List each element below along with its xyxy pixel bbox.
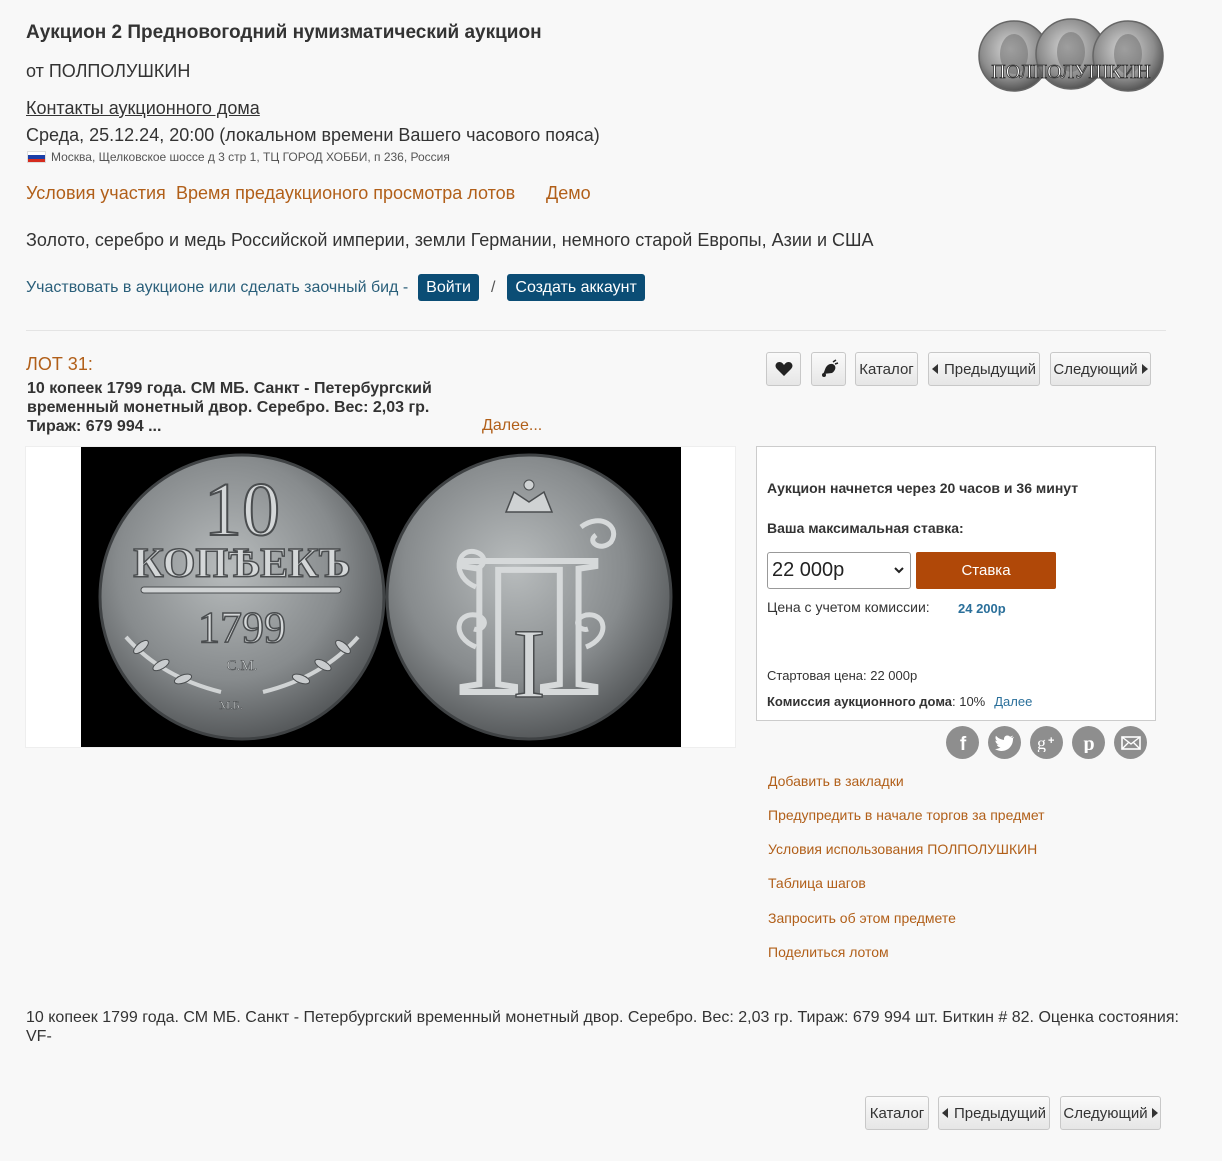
lot-full-description: 10 копеек 1799 года. СМ МБ. Санкт - Пете… (26, 1009, 1179, 1045)
separator: / (490, 278, 496, 296)
notify-start-link[interactable]: Предупредить в начале торгов за предмет (768, 807, 1045, 823)
svg-text:g: g (1037, 734, 1046, 752)
auction-date: Среда, 25.12.24, 20:00 (локальном времен… (26, 125, 600, 145)
facebook-icon[interactable]: f (946, 726, 979, 759)
auction-description: Золото, серебро и медь Российской импери… (26, 230, 874, 250)
heart-icon (775, 362, 792, 376)
participate-row: Участвовать в аукционе или сделать заочн… (26, 274, 645, 301)
house-commission: Комиссия аукционного дома: 10% Далее (767, 694, 1032, 709)
arrow-right-icon (1151, 1108, 1158, 1118)
lot-number: ЛОТ 31: (26, 354, 93, 374)
house-commission-more-link[interactable]: Далее (994, 694, 1032, 709)
logo-text: ПОЛПОЛУШКИН (991, 61, 1150, 83)
arrow-left-icon (931, 364, 938, 374)
create-account-button[interactable]: Создать аккаунт (507, 274, 645, 301)
favorite-button[interactable] (766, 352, 801, 386)
lot-photo[interactable]: 10 КОПѢЕКЪ 1799 С.М. М.Б. П I (81, 447, 681, 747)
share-lot-link[interactable]: Поделиться лотом (768, 944, 889, 960)
login-button[interactable]: Войти (418, 274, 479, 301)
pinterest-icon[interactable]: p (1072, 726, 1105, 759)
max-bid-label: Ваша максимальная ставка: (767, 520, 964, 536)
google-plus-icon[interactable]: g + (1030, 726, 1063, 759)
auction-title: Аукцион 2 Предновогодний нумизматический… (26, 22, 542, 43)
previous-lot-button-bottom[interactable]: Предыдущий (938, 1096, 1050, 1130)
next-lot-button-bottom[interactable]: Следующий (1060, 1096, 1161, 1130)
arrow-left-icon (941, 1108, 948, 1118)
add-bookmark-link[interactable]: Добавить в закладки (768, 773, 904, 789)
price-with-commission-label: Цена с учетом комиссии: (767, 599, 930, 615)
svg-text:+: + (1048, 735, 1054, 747)
svg-text:p: p (1083, 733, 1094, 753)
start-price: Стартовая цена: 22 000р (767, 668, 918, 683)
coin-denomination: 10 (204, 468, 280, 552)
coin-numeral: I (512, 608, 545, 719)
lot-title: 10 копеек 1799 года. СМ МБ. Санкт - Пете… (27, 379, 477, 436)
coin-word: КОПѢЕКЪ (133, 541, 350, 587)
next-label: Следующий (1053, 360, 1138, 378)
previous-label: Предыдущий (943, 360, 1037, 378)
contacts-link[interactable]: Контакты аукционного дома (26, 98, 260, 119)
auction-address: Москва, Щелковское шоссе д 3 стр 1, ТЦ Г… (27, 150, 450, 164)
coin-year: 1799 (198, 603, 286, 652)
bell-icon (821, 359, 838, 377)
place-bid-button[interactable]: Ставка (916, 552, 1056, 589)
russia-flag-icon (27, 151, 46, 163)
terms-of-use-link[interactable]: Условия использования ПОЛПОЛУШКИН (768, 841, 1037, 857)
notify-button[interactable] (811, 352, 846, 386)
address-text: Москва, Щелковское шоссе д 3 стр 1, ТЦ Г… (51, 150, 450, 164)
max-bid-select[interactable]: 22 000р (767, 552, 911, 589)
auction-countdown: Аукцион начнется через 20 часов и 36 мин… (767, 480, 1079, 496)
ask-about-item-link[interactable]: Запросить об этом предмете (768, 910, 956, 926)
svg-text:f: f (959, 734, 966, 752)
twitter-icon[interactable] (988, 726, 1021, 759)
previous-label: Предыдущий (953, 1104, 1047, 1122)
coin-mint: С.М. (227, 658, 258, 674)
max-bid-value: 22 000р (772, 559, 845, 581)
next-lot-button[interactable]: Следующий (1050, 352, 1151, 386)
next-label: Следующий (1063, 1104, 1148, 1122)
divider (26, 330, 1166, 331)
lot-title-line: временный монетный двор. Серебро. Вес: 2… (27, 399, 430, 416)
seller-name: от ПОЛПОЛУШКИН (26, 61, 191, 81)
chevron-down-icon (894, 567, 904, 574)
bid-panel: Аукцион начнется через 20 часов и 36 мин… (756, 446, 1156, 721)
lot-title-line: Тираж: 679 994 ... (27, 418, 162, 435)
house-commission-label: Комиссия аукционного дома (767, 694, 952, 709)
coin-mint-master: М.Б. (219, 698, 243, 712)
arrow-right-icon (1141, 364, 1148, 374)
lot-title-line: 10 копеек 1799 года. СМ МБ. Санкт - Пете… (27, 380, 432, 397)
previous-lot-button[interactable]: Предыдущий (928, 352, 1040, 386)
catalog-button-bottom[interactable]: Каталог (865, 1096, 929, 1130)
participation-conditions-link[interactable]: Условия участия (26, 183, 166, 204)
demo-link[interactable]: Демо (546, 183, 591, 204)
bid-steps-table-link[interactable]: Таблица шагов (768, 875, 866, 891)
preview-time-link[interactable]: Время предаукционого просмотра лотов (176, 183, 515, 204)
house-commission-value: : 10% (952, 694, 986, 709)
lot-more-link[interactable]: Далее... (482, 417, 542, 435)
mail-icon[interactable] (1114, 726, 1147, 759)
price-with-commission-value: 24 200р (958, 601, 1006, 616)
catalog-button[interactable]: Каталог (855, 352, 918, 386)
participate-link[interactable]: Участвовать в аукционе или сделать заочн… (26, 279, 408, 297)
auction-house-logo[interactable]: ПОЛПОЛУШКИН (978, 18, 1165, 94)
